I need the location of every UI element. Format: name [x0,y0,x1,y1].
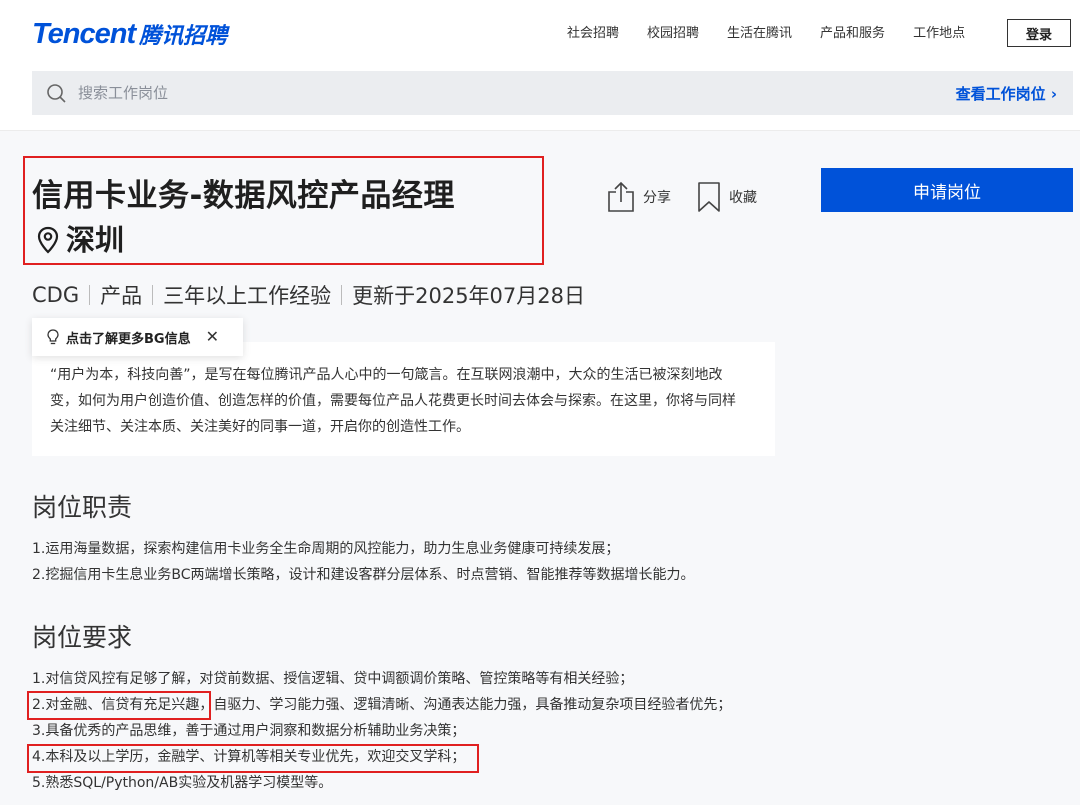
search-input[interactable] [76,83,840,103]
list-item: 5.熟悉SQL/Python/AB实验及机器学习模型等。 [32,775,333,791]
job-meta: CDG 产品 三年以上工作经验 更新于2025年07月28日 [32,280,585,310]
list-item: 3.具备优秀的产品思维，善于通过用户洞察和数据分析辅助业务决策； [32,723,466,739]
view-jobs-link[interactable]: 查看工作岗位 › [956,83,1057,104]
intro-line: 关注细节、关注本质、关注美好的同事一道，开启你的创造性工作。 [50,419,470,435]
favorite-label: 收藏 [729,190,757,206]
meta-category: 产品 [100,284,143,308]
site-header: Tencent 腾讯招聘 社会招聘 校园招聘 生活在腾讯 产品和服务 工作地点 … [0,0,1080,131]
nav-work-locations[interactable]: 工作地点 [913,24,965,44]
requirements-title: 岗位要求 [32,623,133,652]
list-item: 2.挖掘信用卡生息业务BC两端增长策略，设计和建设客群分层体系、时点营销、智能推… [32,567,695,583]
meta-experience: 三年以上工作经验 [163,284,332,308]
job-location: 深圳 [36,220,124,260]
bg-intro-card: “用户为本，科技向善”，是写在每位腾讯产品人心中的一句箴言。在互联网浪潮中，大众… [32,342,775,456]
education-highlight-box [27,744,479,773]
meta-divider [89,285,91,305]
location-text: 深圳 [66,223,125,257]
location-pin-icon [37,226,59,254]
bg-info-tooltip[interactable]: 点击了解更多BG信息 ✕ [32,318,243,356]
close-icon[interactable]: ✕ [206,329,219,345]
apply-button[interactable]: 申请岗位 [821,168,1073,212]
responsibilities-title: 岗位职责 [32,493,133,522]
share-icon [608,181,634,212]
logo-text-en: Tencent [32,17,136,50]
list-item: 1.运用海量数据，探索构建信用卡业务全生命周期的风控能力，助力生息业务健康可持续… [32,541,620,557]
interest-highlight-box [27,691,211,720]
login-button[interactable]: 登录 [1007,19,1071,47]
nav-life-at-tencent[interactable]: 生活在腾讯 [727,24,792,44]
nav-social-recruitment[interactable]: 社会招聘 [567,24,619,44]
nav-products-services[interactable]: 产品和服务 [820,24,885,44]
requirements-list: 1.对信贷风控有足够了解，对贷前数据、授信逻辑、贷中调额调价策略、管控策略等有相… [32,666,731,796]
intro-line: 变，如何为用户创造价值、创造怎样的价值，需要每位产品人花费更长时间去体会与探索。… [50,393,736,409]
bookmark-icon [698,182,720,212]
meta-bg: CDG [32,283,80,307]
share-button[interactable]: 分享 [607,181,671,213]
share-label: 分享 [643,190,671,206]
favorite-button[interactable]: 收藏 [697,181,757,213]
tencent-careers-logo[interactable]: Tencent 腾讯招聘 [32,16,227,52]
meta-updated: 更新于2025年07月28日 [352,284,585,308]
meta-divider [152,285,154,305]
logo-text-cn: 腾讯招聘 [139,24,228,49]
job-title: 信用卡业务-数据风控产品经理 [32,178,455,214]
responsibilities-list: 1.运用海量数据，探索构建信用卡业务全生命周期的风控能力，助力生息业务健康可持续… [32,536,695,588]
search-bar: 查看工作岗位 › [32,71,1073,115]
list-item: 1.对信贷风控有足够了解，对贷前数据、授信逻辑、贷中调额调价策略、管控策略等有相… [32,671,634,687]
lightbulb-icon [47,329,59,345]
meta-divider [341,285,343,305]
main-nav: 社会招聘 校园招聘 生活在腾讯 产品和服务 工作地点 [567,24,993,44]
nav-campus-recruitment[interactable]: 校园招聘 [647,24,699,44]
tooltip-text: 点击了解更多BG信息 [66,331,191,347]
intro-line: “用户为本，科技向善”，是写在每位腾讯产品人心中的一句箴言。在互联网浪潮中，大众… [50,367,723,383]
search-icon [47,84,66,103]
